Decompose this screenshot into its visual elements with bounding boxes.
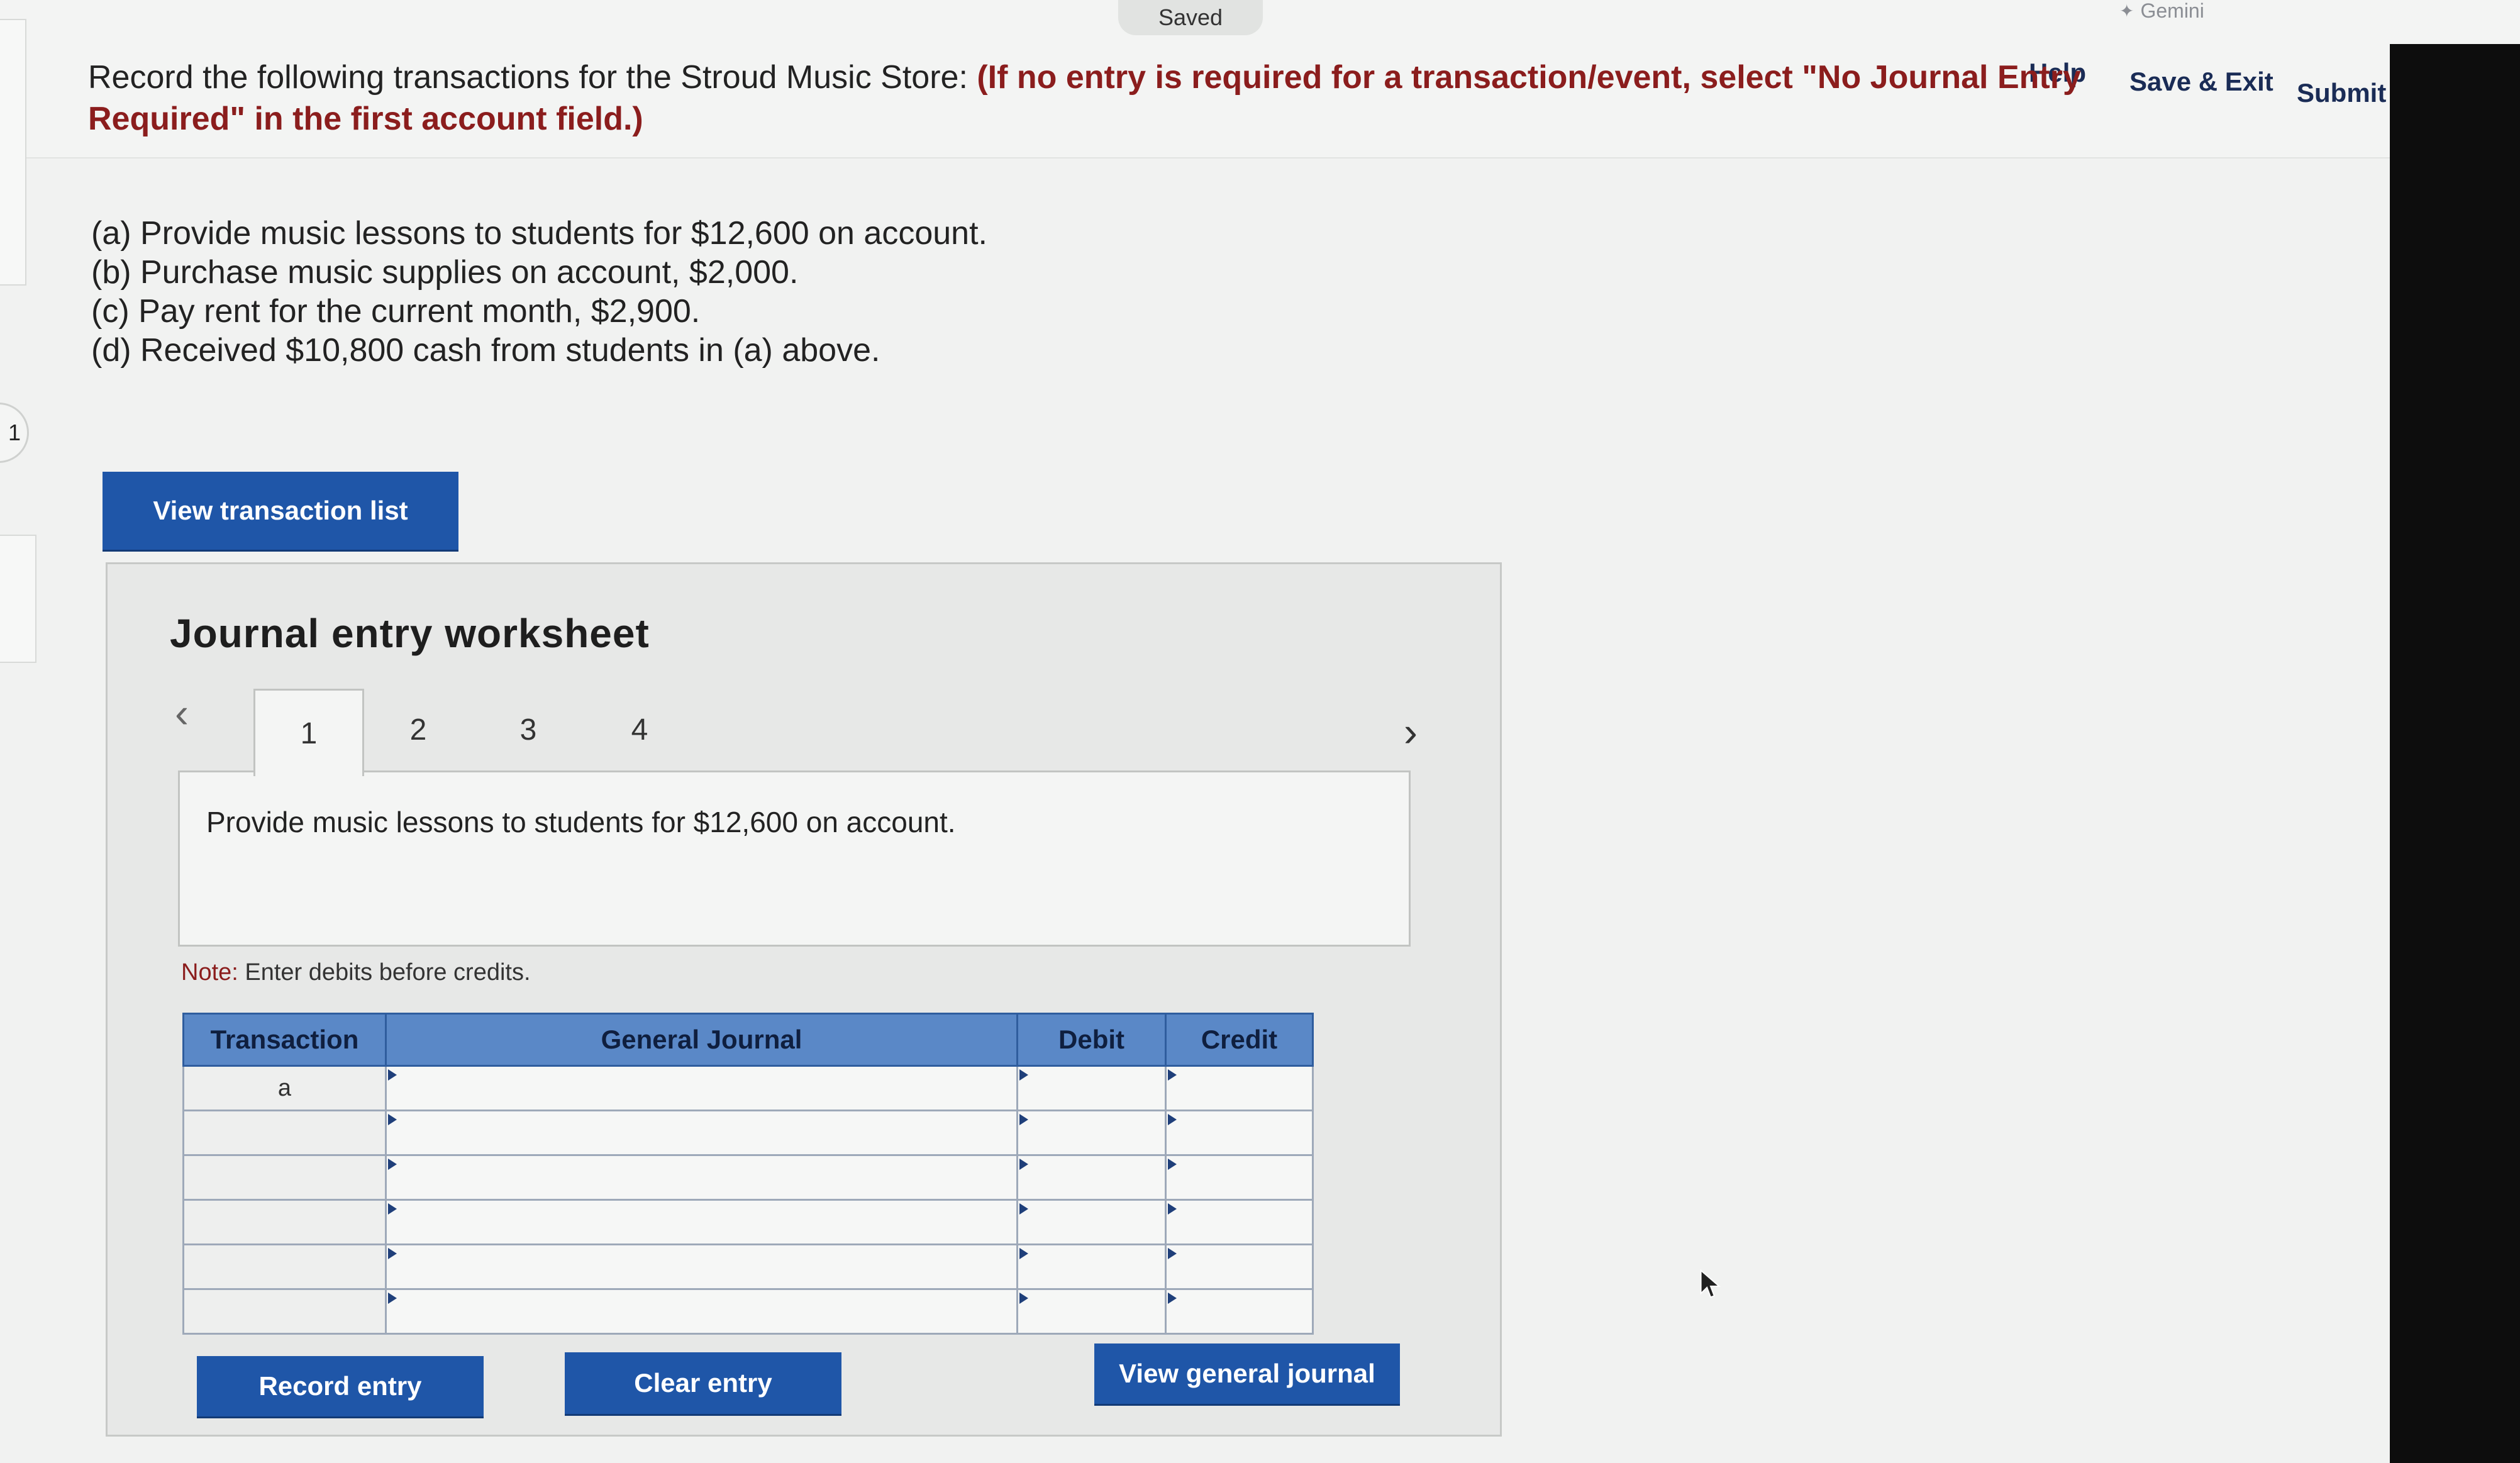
side-panel-fragment-lower bbox=[0, 535, 36, 663]
table-row bbox=[182, 1154, 1314, 1201]
note-text: Enter debits before credits. bbox=[245, 959, 531, 986]
record-entry-button[interactable]: Record entry bbox=[197, 1356, 484, 1416]
view-transaction-list-button[interactable]: View transaction list bbox=[103, 472, 458, 550]
debit-input[interactable] bbox=[1016, 1154, 1167, 1201]
account-input[interactable] bbox=[385, 1199, 1018, 1245]
transaction-cell: a bbox=[182, 1065, 387, 1111]
tab-3[interactable]: 3 bbox=[478, 689, 579, 770]
transaction-cell bbox=[182, 1199, 387, 1245]
transaction-cell bbox=[182, 1110, 387, 1156]
question-number: 1 bbox=[8, 420, 21, 445]
worksheet-title: Journal entry worksheet bbox=[170, 611, 650, 656]
credit-input[interactable] bbox=[1165, 1065, 1314, 1111]
account-input[interactable] bbox=[385, 1065, 1018, 1111]
debit-input[interactable] bbox=[1016, 1199, 1167, 1245]
table-row bbox=[182, 1110, 1314, 1156]
debit-input[interactable] bbox=[1016, 1065, 1167, 1111]
credit-input[interactable] bbox=[1165, 1199, 1314, 1245]
transaction-description: Provide music lessons to students for $1… bbox=[206, 806, 956, 838]
transaction-cell bbox=[182, 1288, 387, 1335]
submit-link[interactable]: Submit bbox=[2297, 78, 2386, 108]
note-label: Note: bbox=[181, 959, 238, 986]
table-row bbox=[182, 1243, 1314, 1290]
saved-status-badge: Saved bbox=[1118, 0, 1263, 35]
credit-input[interactable] bbox=[1165, 1288, 1314, 1335]
account-input[interactable] bbox=[385, 1288, 1018, 1335]
journal-table: Transaction General Journal Debit Credit… bbox=[182, 1013, 1314, 1335]
transaction-cell bbox=[182, 1154, 387, 1201]
column-header-debit: Debit bbox=[1016, 1013, 1167, 1067]
table-row: a bbox=[182, 1065, 1314, 1111]
question-number-circle[interactable]: 1 bbox=[0, 403, 29, 463]
table-header-row: Transaction General Journal Debit Credit bbox=[182, 1013, 1314, 1067]
credit-input[interactable] bbox=[1165, 1243, 1314, 1290]
mouse-pointer-icon bbox=[1700, 1269, 1721, 1298]
transaction-cell bbox=[182, 1243, 387, 1290]
tab-4[interactable]: 4 bbox=[589, 689, 690, 770]
account-input[interactable] bbox=[385, 1154, 1018, 1201]
account-input[interactable] bbox=[385, 1243, 1018, 1290]
transaction-description-box bbox=[178, 770, 1411, 947]
gemini-label: Gemini bbox=[2140, 0, 2204, 22]
gemini-button[interactable]: ✦ Gemini bbox=[2119, 0, 2204, 22]
list-item: (b) Purchase music supplies on account, … bbox=[91, 254, 799, 291]
credit-input[interactable] bbox=[1165, 1110, 1314, 1156]
column-header-transaction: Transaction bbox=[182, 1013, 387, 1067]
account-input[interactable] bbox=[385, 1110, 1018, 1156]
side-panel-fragment bbox=[0, 19, 26, 286]
instructions: Record the following transactions for th… bbox=[88, 57, 2088, 140]
column-header-credit: Credit bbox=[1165, 1013, 1314, 1067]
note: Note: Enter debits before credits. bbox=[181, 959, 531, 986]
table-row bbox=[182, 1288, 1314, 1335]
table-row bbox=[182, 1199, 1314, 1245]
instructions-lead: Record the following transactions for th… bbox=[88, 59, 968, 96]
list-item: (d) Received $10,800 cash from students … bbox=[91, 332, 880, 369]
sparkle-icon: ✦ bbox=[2119, 1, 2134, 21]
clear-entry-button[interactable]: Clear entry bbox=[565, 1352, 841, 1414]
credit-input[interactable] bbox=[1165, 1154, 1314, 1201]
debit-input[interactable] bbox=[1016, 1110, 1167, 1156]
tab-1[interactable]: 1 bbox=[253, 689, 364, 776]
save-exit-link[interactable]: Save & Exit bbox=[2129, 67, 2273, 97]
view-general-journal-button[interactable]: View general journal bbox=[1094, 1343, 1400, 1404]
debit-input[interactable] bbox=[1016, 1288, 1167, 1335]
tab-2[interactable]: 2 bbox=[368, 689, 469, 770]
chevron-left-icon[interactable]: ‹ bbox=[175, 689, 189, 737]
column-header-general-journal: General Journal bbox=[385, 1013, 1018, 1067]
list-item: (a) Provide music lessons to students fo… bbox=[91, 215, 987, 252]
chevron-right-icon[interactable]: › bbox=[1404, 708, 1418, 755]
list-item: (c) Pay rent for the current month, $2,9… bbox=[91, 293, 701, 330]
screen-bezel bbox=[2390, 44, 2520, 1463]
transaction-list: (a) Provide music lessons to students fo… bbox=[91, 214, 1286, 370]
debit-input[interactable] bbox=[1016, 1243, 1167, 1290]
